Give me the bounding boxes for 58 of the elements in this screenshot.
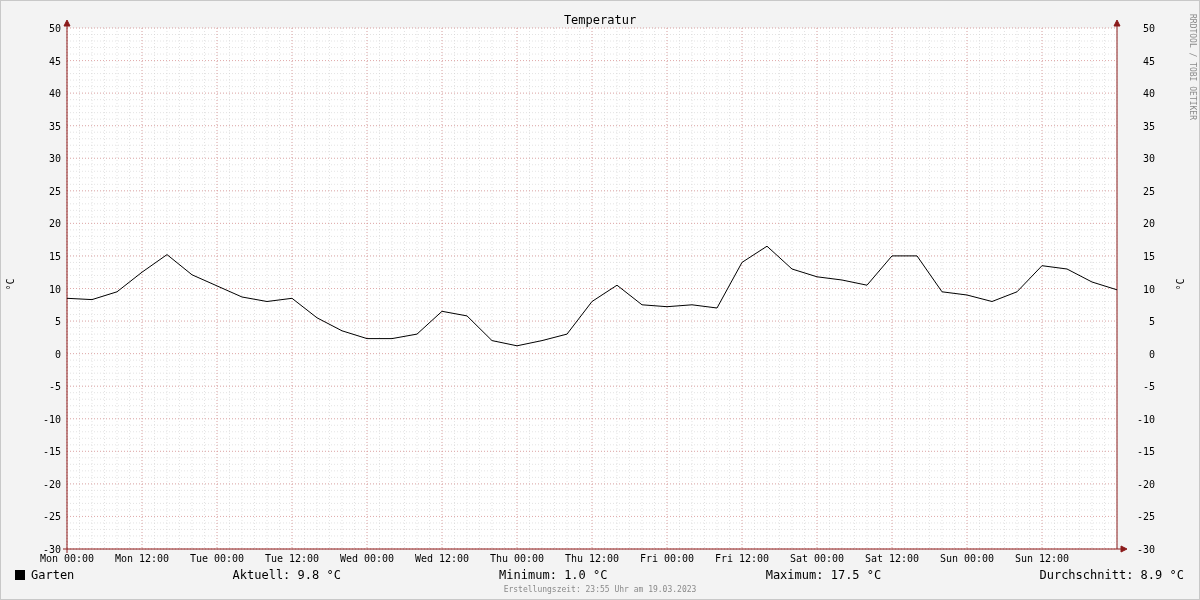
y-tick-label: -25 xyxy=(42,511,61,523)
y-tick-label: -15 xyxy=(1136,446,1155,458)
y-tick-label: -25 xyxy=(1136,511,1155,523)
y-tick-label: 15 xyxy=(1142,250,1155,262)
x-tick-label: Thu 12:00 xyxy=(564,553,620,564)
legend-stat: Minimum: 1.0 °C xyxy=(499,568,608,582)
x-tick-label: Sat 12:00 xyxy=(864,553,920,564)
y-tick-label: 15 xyxy=(48,250,61,262)
creation-time: Erstellungszeit: 23:55 Uhr am 19.03.2023 xyxy=(503,585,697,594)
y-tick-label: 10 xyxy=(1142,283,1155,295)
y-tick-label: -15 xyxy=(42,446,61,458)
x-tick-label: Mon 12:00 xyxy=(114,553,170,564)
y-tick-label: 20 xyxy=(48,218,61,230)
y-tick-label: 35 xyxy=(1142,120,1155,132)
x-tick-label: Mon 00:00 xyxy=(39,553,95,564)
y-tick-label: -10 xyxy=(42,413,61,425)
y-tick-label: -20 xyxy=(1136,478,1155,490)
y-tick-label: -20 xyxy=(42,478,61,490)
y-tick-label: 30 xyxy=(48,153,61,165)
y-tick-label: 10 xyxy=(48,283,61,295)
x-tick-label: Sun 00:00 xyxy=(939,553,995,564)
y-tick-label: -5 xyxy=(1142,381,1155,393)
y-tick-label: -30 xyxy=(42,544,61,555)
y-tick-label: 5 xyxy=(1148,316,1155,328)
y-tick-label: 25 xyxy=(48,185,61,197)
x-tick-label: Fri 00:00 xyxy=(639,553,695,564)
y-tick-label: 20 xyxy=(1142,218,1155,230)
y-tick-label: 25 xyxy=(1142,185,1155,197)
x-tick-label: Tue 00:00 xyxy=(189,553,245,564)
x-tick-label: Tue 12:00 xyxy=(264,553,320,564)
x-tick-label: Thu 00:00 xyxy=(489,553,545,564)
legend-stat: Aktuell: 9.8 °C xyxy=(232,568,341,582)
y-tick-label: -10 xyxy=(1136,413,1155,425)
x-tick-label: Fri 12:00 xyxy=(714,553,770,564)
y-tick-label: 40 xyxy=(1142,88,1155,100)
y-tick-label: 50 xyxy=(1142,23,1155,34)
y-tick-label: 45 xyxy=(1142,55,1155,67)
y-axis-label: °C xyxy=(5,278,16,291)
legend-stat: Maximum: 17.5 °C xyxy=(765,568,882,582)
y-tick-label: -30 xyxy=(1136,544,1155,555)
y-tick-label: 45 xyxy=(48,55,61,67)
y-tick-label: 0 xyxy=(1148,348,1155,360)
legend-label: Garten xyxy=(31,568,75,582)
y-tick-label: 40 xyxy=(48,88,61,100)
chart-title: Temperatur xyxy=(563,13,637,27)
y-tick-label: -5 xyxy=(48,381,61,393)
x-tick-label: Wed 00:00 xyxy=(339,553,395,564)
legend-stat: Durchschnitt: 8.9 °C xyxy=(1039,568,1184,582)
x-tick-label: Sat 00:00 xyxy=(789,553,845,564)
x-tick-label: Sun 12:00 xyxy=(1014,553,1070,564)
y-tick-label: 5 xyxy=(54,316,61,328)
y-tick-label: 35 xyxy=(48,120,61,132)
y-tick-label: 50 xyxy=(48,23,61,34)
y-axis-label: °C xyxy=(1175,278,1186,291)
x-tick-label: Wed 12:00 xyxy=(414,553,470,564)
y-tick-label: 0 xyxy=(54,348,61,360)
watermark-text: RRDTOOL / TOBI OETIKER xyxy=(1188,14,1197,120)
y-tick-label: 30 xyxy=(1142,153,1155,165)
